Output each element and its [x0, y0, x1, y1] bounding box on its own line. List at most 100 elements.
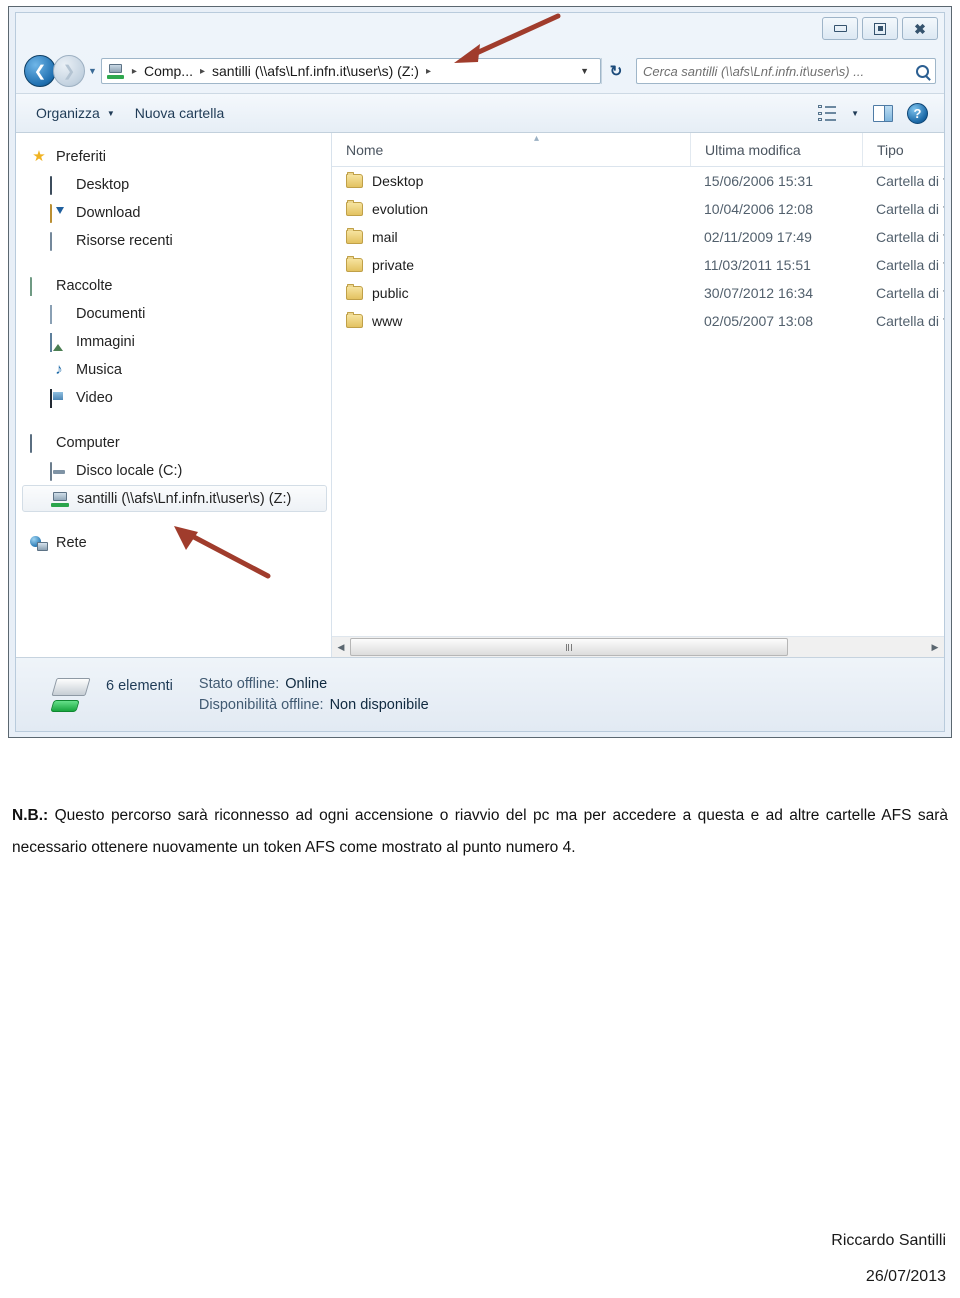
- explorer-body: ★ Preferiti Desktop Download Risorse rec…: [16, 133, 944, 657]
- file-type-cell: Cartella di file: [876, 201, 944, 217]
- search-input[interactable]: Cerca santilli (\\afs\Lnf.infn.it\user\s…: [636, 58, 936, 84]
- help-icon[interactable]: ?: [907, 102, 928, 124]
- toolbar-right-group: ▼ ?: [818, 102, 934, 124]
- file-modified-cell: 30/07/2012 16:34: [704, 285, 813, 301]
- sidebar-item-video[interactable]: Video: [16, 384, 331, 412]
- network-drive-icon: [106, 63, 124, 79]
- sidebar-item-label: Disco locale (C:): [76, 463, 183, 479]
- sidebar-item-mapped-drive[interactable]: santilli (\\afs\Lnf.infn.it\user\s) (Z:): [22, 485, 327, 512]
- sidebar-group-label: Rete: [56, 535, 87, 551]
- file-list-pane: Nome Ultima modifica Tipo ▴ Desktop 15/0…: [332, 133, 944, 657]
- computer-icon: [30, 434, 48, 453]
- history-dropdown-icon[interactable]: ▼: [88, 66, 97, 76]
- music-icon: ♪: [55, 361, 63, 378]
- sidebar-group-raccolte[interactable]: Raccolte: [16, 272, 331, 300]
- sidebar-group-preferiti[interactable]: ★ Preferiti: [16, 143, 331, 171]
- nuova-cartella-button[interactable]: Nuova cartella: [125, 101, 235, 125]
- breadcrumb-item-computer[interactable]: Comp...: [142, 63, 195, 79]
- close-button[interactable]: ✖: [902, 17, 938, 40]
- close-icon: ✖: [914, 20, 926, 37]
- refresh-button[interactable]: ↻: [601, 58, 630, 84]
- address-bar-path[interactable]: ▸ Comp... ▸ santilli (\\afs\Lnf.infn.it\…: [100, 58, 601, 84]
- minimize-button[interactable]: [822, 17, 858, 40]
- network-icon: [30, 536, 48, 551]
- file-name-cell: mail: [332, 228, 690, 245]
- sidebar-group-label: Computer: [56, 435, 120, 451]
- folder-icon: [346, 172, 363, 188]
- table-row[interactable]: public 30/07/2012 16:34 Cartella di file: [332, 279, 944, 307]
- search-placeholder: Cerca santilli (\\afs\Lnf.infn.it\user\s…: [643, 63, 865, 79]
- file-modified-cell: 10/04/2006 12:08: [704, 201, 813, 217]
- command-toolbar: Organizza ▼ Nuova cartella ▼ ?: [16, 93, 944, 133]
- scrollbar-track[interactable]: [350, 638, 926, 656]
- table-row[interactable]: mail 02/11/2009 17:49 Cartella di file: [332, 223, 944, 251]
- sidebar-item-label: Documenti: [76, 306, 146, 322]
- horizontal-scrollbar[interactable]: ◀ ▶: [332, 636, 944, 657]
- chevron-down-icon: ▼: [106, 108, 115, 118]
- folder-icon: [346, 228, 363, 244]
- window-inner-frame: ✖ ❮ ❯ ▼ ▸ Comp... ▸ santilli (\\afs\Lnf.…: [15, 12, 945, 732]
- sidebar-item-risorse-recenti[interactable]: Risorse recenti: [16, 227, 331, 255]
- hard-disk-icon: [50, 462, 68, 481]
- preview-pane-icon[interactable]: [873, 104, 893, 122]
- scroll-right-icon[interactable]: ▶: [926, 638, 944, 656]
- sidebar-group-rete[interactable]: Rete: [16, 529, 331, 557]
- scroll-left-icon[interactable]: ◀: [332, 638, 350, 656]
- folder-icon: [346, 200, 363, 216]
- breadcrumb-separator-icon: ▸: [425, 65, 431, 77]
- caption-paragraph: N.B.: Questo percorso sarà riconnesso ad…: [12, 800, 948, 864]
- folder-icon: [346, 256, 363, 272]
- forward-button[interactable]: ❯: [53, 55, 85, 87]
- sidebar-group-computer[interactable]: Computer: [16, 429, 331, 457]
- sidebar-item-musica[interactable]: ♪ Musica: [16, 356, 331, 384]
- file-name-cell: Desktop: [332, 172, 690, 189]
- sidebar-item-immagini[interactable]: Immagini: [16, 328, 331, 356]
- navigation-pane: ★ Preferiti Desktop Download Risorse rec…: [16, 133, 332, 657]
- star-icon: ★: [32, 148, 46, 165]
- network-drive-icon: [51, 491, 69, 507]
- desktop-icon: [50, 176, 68, 195]
- change-view-icon[interactable]: [818, 105, 837, 121]
- file-rows: Desktop 15/06/2006 15:31 Cartella di fil…: [332, 167, 944, 657]
- back-button[interactable]: ❮: [24, 55, 56, 87]
- offline-state-key: Stato offline:: [198, 676, 280, 692]
- table-row[interactable]: private 11/03/2011 15:51 Cartella di fil…: [332, 251, 944, 279]
- file-name-cell: public: [332, 284, 690, 301]
- restore-icon: [874, 22, 886, 35]
- sidebar-item-label: Download: [76, 205, 141, 221]
- view-chevron-down-icon[interactable]: ▼: [851, 109, 859, 118]
- libraries-icon: [30, 277, 48, 296]
- network-drive-status-icon: [50, 676, 94, 714]
- organizza-button[interactable]: Organizza ▼: [26, 101, 125, 125]
- item-count-label: 6 elementi: [106, 678, 173, 694]
- restore-button[interactable]: [862, 17, 898, 40]
- address-bar-row: ❮ ❯ ▼ ▸ Comp... ▸ santilli (\\afs\Lnf.in…: [16, 49, 944, 93]
- address-dropdown-icon[interactable]: ▼: [572, 66, 597, 76]
- sidebar-item-desktop[interactable]: Desktop: [16, 171, 331, 199]
- file-type-cell: Cartella di file: [876, 313, 944, 329]
- search-icon: [916, 64, 929, 78]
- file-name-label: www: [372, 313, 403, 329]
- table-row[interactable]: evolution 10/04/2006 12:08 Cartella di f…: [332, 195, 944, 223]
- table-row[interactable]: www 02/05/2007 13:08 Cartella di file: [332, 307, 944, 335]
- file-name-label: public: [372, 285, 409, 301]
- offline-availability-key: Disponibilità offline:: [198, 697, 324, 713]
- breadcrumb-separator-icon: ▸: [199, 65, 205, 77]
- sidebar-item-disco-locale[interactable]: Disco locale (C:): [16, 457, 331, 485]
- sidebar-item-download[interactable]: Download: [16, 199, 331, 227]
- offline-availability-value: Non disponibile: [329, 697, 429, 713]
- breadcrumb-item-drive[interactable]: santilli (\\afs\Lnf.infn.it\user\s) (Z:): [210, 63, 421, 79]
- folder-icon: [346, 312, 363, 328]
- recent-places-icon: [50, 232, 68, 251]
- column-header-tipo[interactable]: Tipo: [862, 133, 944, 166]
- sidebar-group-label: Preferiti: [56, 149, 106, 165]
- column-header-nome[interactable]: Nome: [332, 133, 690, 166]
- sort-ascending-icon: ▴: [534, 133, 540, 144]
- column-header-ultima-modifica[interactable]: Ultima modifica: [690, 133, 862, 166]
- sidebar-item-documenti[interactable]: Documenti: [16, 300, 331, 328]
- sidebar-item-label: Risorse recenti: [76, 233, 173, 249]
- table-row[interactable]: Desktop 15/06/2006 15:31 Cartella di fil…: [332, 167, 944, 195]
- scrollbar-thumb[interactable]: [350, 638, 788, 656]
